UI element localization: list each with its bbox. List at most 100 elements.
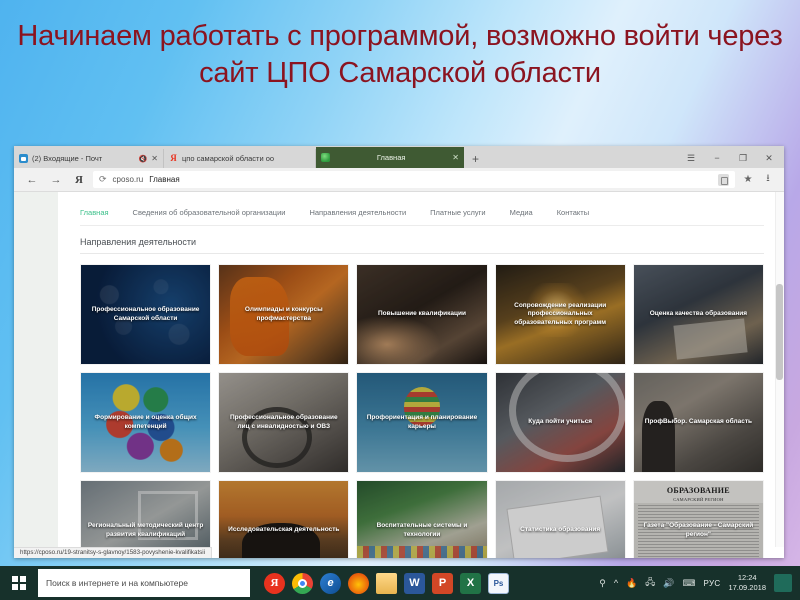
- chrome-icon[interactable]: [292, 572, 313, 594]
- tab-label: (2) Входящие - Почт: [32, 154, 103, 163]
- card-caption: Формирование и оценка общих компетенций: [94, 414, 197, 430]
- new-tab-button[interactable]: +: [464, 150, 487, 168]
- browser-toolbar: ← → Я ⟳ cposo.ru Главная ★ ⭳: [14, 168, 784, 192]
- address-page-title: Главная: [149, 175, 180, 184]
- card-caption: Куда пойти учиться: [528, 418, 593, 426]
- scrollbar-thumb[interactable]: [776, 284, 783, 380]
- card-overlay: [357, 481, 487, 558]
- card-caption: Профессиональное образование лиц с инвал…: [229, 414, 338, 430]
- nav-item-paid-services[interactable]: Платные услуги: [430, 208, 485, 217]
- card-caption: Региональный методический центр развития…: [87, 522, 204, 538]
- card-quality-assessment[interactable]: Оценка качества образования: [632, 264, 764, 365]
- powerpoint-icon[interactable]: P: [432, 572, 453, 594]
- keyboard-icon[interactable]: ⌨: [683, 578, 696, 589]
- reload-icon[interactable]: ⟳: [99, 174, 107, 185]
- card-education-statistics[interactable]: Статистика образования: [494, 480, 626, 558]
- browser-tab-active[interactable]: Главная ✕: [316, 147, 464, 168]
- card-competencies[interactable]: Формирование и оценка общих компетенций: [80, 372, 212, 473]
- clock-time: 12:24: [737, 573, 757, 582]
- back-button[interactable]: ←: [20, 174, 44, 186]
- word-icon[interactable]: W: [404, 572, 425, 594]
- card-qualification-upgrade[interactable]: Повышение квалификации: [356, 264, 488, 365]
- windows-taskbar: Поиск в интернете и на компьютере Я e W …: [0, 566, 800, 600]
- card-upbringing-systems[interactable]: Воспитательные системы и технологии: [356, 480, 488, 558]
- photoshop-icon[interactable]: Ps: [488, 572, 509, 594]
- browser-tab-search[interactable]: Я цпо самарской области оо: [164, 149, 316, 168]
- yandex-icon: Я: [170, 153, 177, 163]
- yandex-home-icon[interactable]: Я: [68, 174, 90, 186]
- card-profvybor[interactable]: ПрофВыбор. Самарская область: [632, 372, 764, 473]
- close-icon[interactable]: ✕: [452, 153, 459, 162]
- close-icon[interactable]: ✕: [151, 154, 158, 163]
- forward-button[interactable]: →: [44, 174, 68, 186]
- edge-icon[interactable]: e: [320, 572, 341, 594]
- card-program-support[interactable]: Сопровождение реализации профессиональны…: [494, 264, 626, 365]
- pin-icon[interactable]: ⚲: [599, 578, 606, 589]
- card-caption: Повышение квалификации: [377, 310, 466, 318]
- start-button[interactable]: [0, 566, 38, 600]
- card-overlay: [633, 481, 763, 558]
- card-caption: Статистика образования: [520, 526, 601, 534]
- clock-date: 17.09.2018: [728, 583, 766, 592]
- flame-icon[interactable]: 🔥: [626, 578, 637, 589]
- maximize-button[interactable]: ❐: [730, 148, 756, 168]
- chevron-up-icon[interactable]: ^: [614, 578, 618, 588]
- card-inclusive-education[interactable]: Профессиональное образование лиц с инвал…: [218, 372, 350, 473]
- network-icon[interactable]: 🖧: [645, 575, 655, 591]
- nav-item-contacts[interactable]: Контакты: [557, 208, 589, 217]
- bookmark-star-icon[interactable]: ★: [738, 174, 758, 185]
- clock[interactable]: 12:24 17.09.2018: [728, 573, 766, 593]
- card-newspaper[interactable]: ОБРАЗОВАНИЕ САМАРСКИЙ РЕГИОН Газета "Обр…: [632, 480, 764, 558]
- page-inner: Главная Сведения об образовательной орга…: [58, 192, 764, 558]
- card-research[interactable]: Исследовательская деятельность: [218, 480, 350, 558]
- card-overlay: [495, 481, 625, 558]
- card-caption: Газета "Образование - Самарский регион": [643, 522, 754, 538]
- card-caption: Сопровождение реализации профессиональны…: [514, 301, 607, 326]
- firefox-icon[interactable]: [348, 572, 369, 594]
- windows-logo-icon: [12, 576, 26, 590]
- volume-icon[interactable]: 🔊: [663, 578, 674, 589]
- card-career-guidance[interactable]: Профориентация и планирование карьеры: [356, 372, 488, 473]
- browser-tab-mail[interactable]: (2) Входящие - Почт 🔇 ✕: [14, 149, 164, 168]
- excel-icon[interactable]: X: [460, 572, 481, 594]
- minimize-button[interactable]: −: [704, 148, 730, 168]
- card-caption: Исследовательская деятельность: [228, 526, 340, 534]
- site-favicon: [321, 153, 330, 162]
- nav-item-home[interactable]: Главная: [80, 208, 109, 217]
- nav-item-media[interactable]: Медиа: [510, 208, 533, 217]
- address-bar[interactable]: ⟳ cposo.ru Главная: [93, 171, 735, 188]
- card-where-to-study[interactable]: Куда пойти учиться: [494, 372, 626, 473]
- tab-label: цпо самарской области оо: [182, 154, 275, 163]
- address-host: cposo.ru: [112, 175, 144, 184]
- mail-icon: [19, 154, 28, 163]
- notification-icon[interactable]: [774, 574, 792, 592]
- file-explorer-icon[interactable]: [376, 572, 397, 594]
- page-scrollbar[interactable]: [775, 192, 784, 547]
- page-left-strip: [14, 192, 58, 558]
- card-prof-education[interactable]: Профессиональное образование Самарской о…: [80, 264, 212, 365]
- card-caption: Оценка качества образования: [649, 310, 748, 318]
- tab-label: Главная: [376, 153, 406, 162]
- page-heading: Направления деятельности: [80, 237, 197, 247]
- yandex-browser-icon[interactable]: Я: [264, 572, 285, 594]
- mute-icon[interactable]: 🔇: [139, 155, 148, 163]
- card-caption: Профориентация и планирование карьеры: [366, 414, 478, 430]
- language-indicator[interactable]: РУС: [704, 579, 721, 588]
- slide-title: Начинаем работать с программой, возможно…: [17, 20, 783, 89]
- card-olympiads[interactable]: Олимпиады и конкурсы профмастерства: [218, 264, 350, 365]
- reader-icon[interactable]: [718, 173, 729, 186]
- search-placeholder-text: Поиск в интернете и на компьютере: [46, 578, 188, 588]
- card-overlay: [219, 481, 349, 558]
- menu-icon[interactable]: ☰: [678, 148, 704, 168]
- taskbar-search-input[interactable]: Поиск в интернете и на компьютере: [38, 569, 250, 597]
- site-navigation: Главная Сведения об образовательной орга…: [58, 198, 764, 225]
- card-caption: Профессиональное образование Самарской о…: [91, 306, 200, 322]
- window-controls: ☰ − ❐ ✕: [678, 148, 784, 168]
- activity-card-grid: Профессиональное образование Самарской о…: [58, 254, 764, 558]
- status-bar-url: https://cposo.ru/19-stranitsy-s-glavnoy/…: [14, 547, 213, 558]
- downloads-icon[interactable]: ⭳: [758, 171, 778, 188]
- nav-item-org-info[interactable]: Сведения об образовательной организации: [133, 208, 286, 217]
- nav-item-activities[interactable]: Направления деятельности: [309, 208, 406, 217]
- card-caption: Воспитательные системы и технологии: [376, 522, 468, 538]
- close-window-button[interactable]: ✕: [756, 148, 782, 168]
